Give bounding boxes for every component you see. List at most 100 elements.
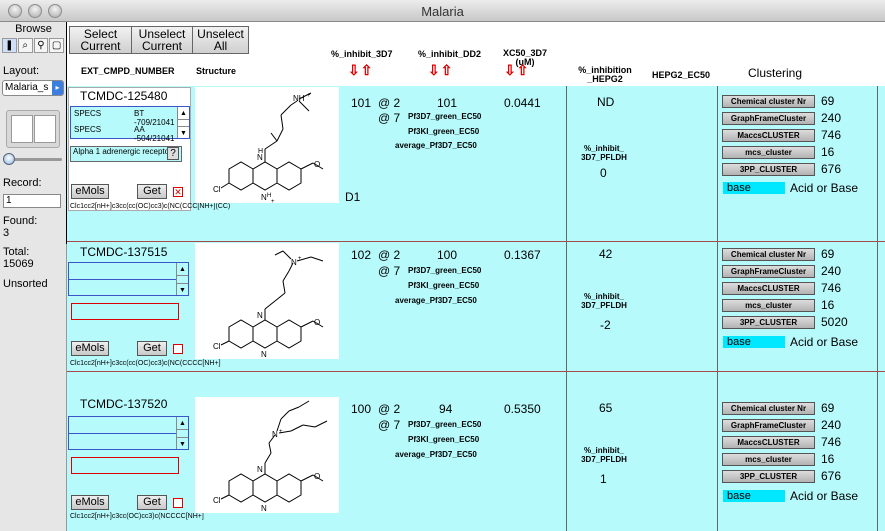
- list-scrollbar[interactable]: ▲ ▼: [177, 107, 189, 138]
- title-bar: Malaria: [0, 0, 885, 22]
- browse-tool-icon[interactable]: ❚: [2, 38, 17, 53]
- help-icon[interactable]: ?: [167, 147, 179, 160]
- record-slider[interactable]: [3, 153, 62, 165]
- svg-text:Cl: Cl: [213, 185, 221, 194]
- select-checkbox[interactable]: [173, 498, 183, 508]
- unselect-all-button[interactable]: Unselect All: [192, 26, 249, 54]
- record-label: Record:: [3, 177, 42, 189]
- record-3[interactable]: TCMDC-137520 ▲ ▼ eMols Get Clc1cc2[nH+]c…: [67, 372, 885, 531]
- source-list[interactable]: ▲ ▼: [68, 262, 189, 296]
- chemical-cluster-value: 69: [821, 247, 835, 261]
- scroll-up-icon[interactable]: ▲: [177, 263, 188, 276]
- book-left-page[interactable]: [11, 115, 33, 143]
- structure-image: Cl H N N H + O NH +: [195, 87, 339, 205]
- record-1[interactable]: TCMDC-125480 SPECS BT -709/21041 SPECS A…: [67, 86, 885, 241]
- svg-text:+: +: [271, 199, 275, 203]
- get-button[interactable]: Get: [137, 495, 167, 510]
- hepg2-ec50-header: HEPG2_EC50: [652, 70, 711, 80]
- graphframe-cluster-button[interactable]: GraphFrameCluster: [722, 419, 815, 432]
- scroll-down-icon[interactable]: ▼: [177, 437, 188, 450]
- sort-arrows-3d7-icon[interactable]: ⇩⇧: [348, 62, 373, 79]
- maccs-cluster-value: 746: [821, 281, 842, 295]
- get-button[interactable]: Get: [137, 341, 167, 356]
- graphframe-cluster-button[interactable]: GraphFrameCluster: [722, 112, 815, 125]
- sort-arrows-dd2-icon[interactable]: ⇩⇧: [428, 62, 453, 79]
- record-number-input[interactable]: 1: [3, 194, 61, 208]
- chemical-cluster-button[interactable]: Chemical cluster Nr: [722, 402, 815, 415]
- target-note[interactable]: Alpha 1 adrenergic receptor: [70, 146, 182, 162]
- scroll-down-icon[interactable]: ▼: [178, 126, 189, 139]
- scroll-up-icon[interactable]: ▲: [178, 107, 189, 120]
- acid-base-field[interactable]: base: [723, 490, 785, 502]
- select-checkbox[interactable]: ✕: [173, 187, 183, 197]
- pf3d7-green-label: Pf3D7_green_EC50: [408, 112, 482, 121]
- mcs-cluster-button[interactable]: mcs_cluster: [722, 146, 815, 159]
- xc50-value: 0.5350: [504, 402, 541, 416]
- 3pp-cluster-button[interactable]: 3PP_CLUSTER: [722, 316, 815, 329]
- select-checkbox[interactable]: [173, 344, 183, 354]
- book-right-page[interactable]: [34, 115, 56, 143]
- get-button[interactable]: Get: [137, 184, 167, 199]
- smiles-text: Clc1cc2[nH+]c3cc(cc(OC)cc3)c(NC(CCCC[NH+…: [70, 360, 221, 367]
- maccs-cluster-value: 746: [821, 435, 842, 449]
- maccs-cluster-button[interactable]: MaccsCLUSTER: [722, 282, 815, 295]
- concentration-2-label: @ 2: [378, 96, 401, 110]
- record-2[interactable]: TCMDC-137515 ▲ ▼ eMols Get Clc1cc2[nH+]c…: [67, 242, 885, 371]
- layout-label: Layout:: [3, 65, 40, 77]
- target-note[interactable]: [71, 457, 179, 474]
- target-note[interactable]: [71, 303, 179, 320]
- pointer-tool-icon[interactable]: ⚲: [33, 38, 49, 53]
- structure-image: Cl N N O N +: [195, 397, 339, 513]
- compound-id: TCMDC-125480: [80, 89, 168, 103]
- column-divider: [717, 372, 718, 531]
- graphframe-cluster-value: 240: [821, 111, 842, 125]
- graphframe-cluster-button[interactable]: GraphFrameCluster: [722, 265, 815, 278]
- chemical-cluster-button[interactable]: Chemical cluster Nr: [722, 95, 815, 108]
- svg-text:N: N: [257, 311, 263, 320]
- column-divider: [566, 242, 567, 371]
- compound-id: TCMDC-137515: [80, 245, 168, 259]
- 3pp-cluster-button[interactable]: 3PP_CLUSTER: [722, 470, 815, 483]
- molecule-drawing: ClNNON +: [213, 250, 324, 359]
- source-list[interactable]: ▲ ▼: [68, 416, 189, 450]
- svg-text:O: O: [314, 160, 320, 169]
- source-list[interactable]: SPECS BT -709/21041 SPECS AA -504/21041 …: [70, 106, 190, 143]
- page-tool-icon[interactable]: ▢: [49, 38, 64, 53]
- scroll-up-icon[interactable]: ▲: [177, 417, 188, 430]
- chemical-cluster-button[interactable]: Chemical cluster Nr: [722, 248, 815, 261]
- find-tool-icon[interactable]: ⌕: [17, 38, 33, 53]
- maccs-cluster-button[interactable]: MaccsCLUSTER: [722, 129, 815, 142]
- unselect-current-button[interactable]: Unselect Current: [131, 26, 193, 54]
- inhibit-3d7-value: 101: [351, 96, 372, 110]
- maccs-cluster-button[interactable]: MaccsCLUSTER: [722, 436, 815, 449]
- emols-button[interactable]: eMols: [71, 184, 109, 199]
- molecule-drawing: ClHNN H+ONH +: [213, 92, 324, 205]
- column-divider: [566, 86, 567, 241]
- list-scrollbar[interactable]: ▲ ▼: [176, 417, 188, 449]
- emols-button[interactable]: eMols: [71, 495, 109, 510]
- select-current-button[interactable]: Select Current: [69, 26, 132, 54]
- 3pp-cluster-button[interactable]: 3PP_CLUSTER: [722, 163, 815, 176]
- pf3ki-green-label: Pf3KI_green_EC50: [408, 127, 480, 136]
- acid-base-field[interactable]: base: [723, 182, 785, 194]
- pfldh-value: -2: [600, 318, 611, 332]
- svg-text:+: +: [298, 256, 302, 262]
- record-slider-knob[interactable]: [3, 153, 15, 165]
- scroll-down-icon[interactable]: ▼: [177, 283, 188, 296]
- svg-text:N: N: [261, 350, 267, 359]
- acid-base-field[interactable]: base: [723, 336, 785, 348]
- structure-image: Cl N N O N +: [195, 243, 339, 359]
- layout-area: Select Current Unselect Current Unselect…: [67, 22, 885, 531]
- inhibition-hepg2-header: %_inhibition _HEPG2: [578, 65, 632, 84]
- sort-arrows-xc50-icon[interactable]: ⇩⇧: [504, 62, 529, 79]
- mcs-cluster-button[interactable]: mcs_cluster: [722, 299, 815, 312]
- svg-text:+: +: [307, 93, 311, 99]
- smiles-text: Clc1cc2[nH+]c3cc(cc(OC)cc3)c(NC(CCC[NH+]…: [70, 203, 231, 210]
- concentration-2-label: @ 2: [378, 248, 401, 262]
- mcs-cluster-button[interactable]: mcs_cluster: [722, 453, 815, 466]
- emols-button[interactable]: eMols: [71, 341, 109, 356]
- record-book-icon[interactable]: [6, 110, 60, 148]
- layout-select[interactable]: Malaria_s ▸: [2, 80, 64, 96]
- inhibit-3d7-value: 102: [351, 248, 372, 262]
- list-scrollbar[interactable]: ▲ ▼: [176, 263, 188, 295]
